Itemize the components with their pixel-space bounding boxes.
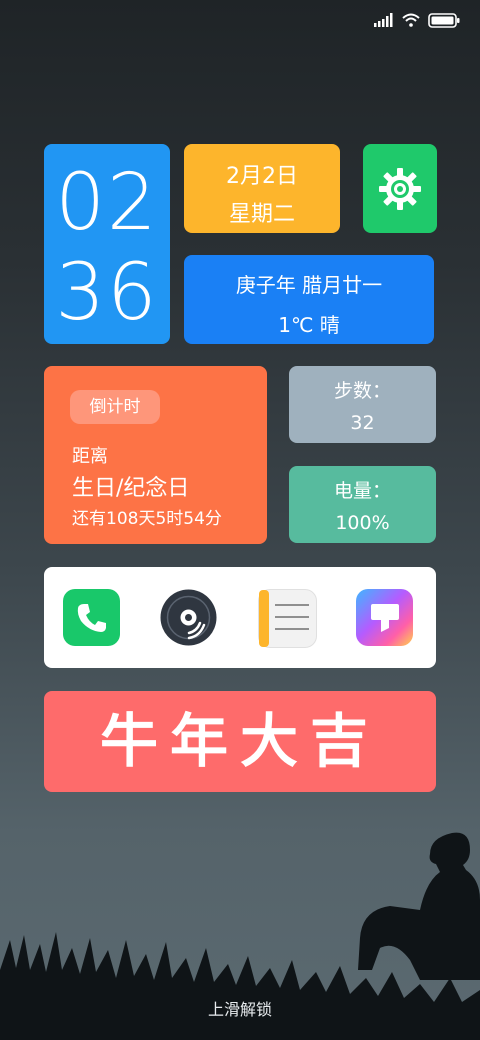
steps-label: 步数： bbox=[333, 380, 391, 402]
status-bar bbox=[374, 10, 460, 30]
date-text: 2月2日 bbox=[226, 164, 298, 189]
weekday-text: 星期二 bbox=[228, 202, 295, 227]
phone-app[interactable] bbox=[63, 589, 120, 646]
steps-value: 32 bbox=[350, 412, 375, 434]
battery-value: 100% bbox=[335, 512, 390, 534]
notes-icon bbox=[259, 590, 309, 647]
swipe-unlock-hint[interactable]: 上滑解锁 bbox=[0, 996, 480, 1020]
gear-icon bbox=[379, 167, 421, 210]
countdown-widget[interactable]: 倒计时 距离 生日/纪念日 还有108天5时54分 bbox=[44, 366, 267, 544]
signal-icon bbox=[374, 13, 393, 27]
clock-minute: 36 bbox=[55, 248, 159, 338]
themes-app[interactable] bbox=[356, 589, 413, 646]
countdown-line2: 生日/纪念日 bbox=[72, 476, 190, 501]
phone-icon bbox=[77, 603, 106, 632]
wifi-icon bbox=[402, 13, 420, 27]
settings-button[interactable] bbox=[363, 144, 437, 233]
battery-icon bbox=[428, 12, 460, 28]
clock-hour: 02 bbox=[55, 158, 159, 248]
steps-widget[interactable]: 步数： 32 bbox=[289, 366, 436, 443]
battery-label: 电量： bbox=[333, 480, 391, 502]
countdown-line3: 还有108天5时54分 bbox=[72, 509, 222, 529]
lunar-weather-widget[interactable]: 庚子年 腊月廿一 1℃ 晴 bbox=[184, 255, 434, 344]
themes-icon bbox=[370, 603, 399, 632]
weather-text: 1℃ 晴 bbox=[278, 313, 340, 337]
countdown-chip: 倒计时 bbox=[70, 390, 160, 424]
new-year-banner: 牛年大吉 bbox=[44, 691, 436, 792]
notes-app[interactable] bbox=[258, 589, 317, 648]
lunar-date: 庚子年 腊月廿一 bbox=[235, 273, 383, 297]
date-widget[interactable]: 2月2日 星期二 bbox=[184, 144, 340, 233]
clock-widget[interactable]: 02 36 bbox=[44, 144, 170, 344]
app-dock bbox=[44, 567, 436, 668]
music-app[interactable] bbox=[160, 589, 217, 646]
countdown-line1: 距离 bbox=[72, 446, 108, 467]
music-icon bbox=[160, 589, 217, 646]
battery-widget[interactable]: 电量： 100% bbox=[289, 466, 436, 543]
